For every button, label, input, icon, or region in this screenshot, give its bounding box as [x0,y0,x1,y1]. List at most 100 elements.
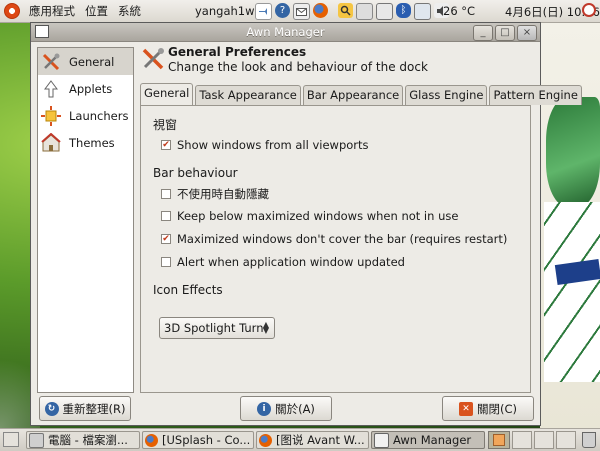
autohide-checkbox[interactable]: 不使用時自動隱藏 [161,186,269,202]
awn-manager-window: Awn Manager _ □ × General Applets Launch… [30,22,582,426]
spin-arrows-icon: ▲ ▼ [262,320,269,335]
checkbox-label: Keep below maximized windows when not in… [177,209,459,223]
task-button-awn-manager[interactable]: Awn Manager [371,431,485,449]
checkbox-label: Show windows from all viewports [177,138,369,152]
maximize-button[interactable]: □ [495,25,515,41]
awn-icon [374,432,389,448]
printer-icon[interactable] [376,3,393,20]
ubuntu-logo-icon[interactable] [4,3,20,19]
show-desktop-icon[interactable] [3,432,19,447]
refresh-icon: ↻ [44,401,59,416]
icon-effects-selected: 3D Spotlight Turn [164,321,264,335]
checkbox-unchecked-icon[interactable] [161,189,171,199]
minimize-button[interactable]: _ [473,25,493,41]
themes-icon [41,132,61,153]
tools-icon [41,52,61,72]
keep-below-checkbox[interactable]: Keep below maximized windows when not in… [161,209,458,223]
launchers-icon [41,105,61,126]
power-icon[interactable] [582,3,596,17]
taskbar: 電腦 - 檔案瀏... [USplash - Co... [图说 Avant W… [0,428,600,451]
firefox-icon [259,433,272,447]
show-windows-all-viewports-checkbox[interactable]: ✔ Show windows from all viewports [161,138,369,152]
general-tab-page: 視窗 ✔ Show windows from all viewports Bar… [140,105,531,393]
info-icon: i [257,401,272,416]
mail-icon[interactable] [293,3,310,20]
task-button-avant[interactable]: [图说 Avant W... [256,431,369,449]
sidebar-item-themes[interactable]: Themes [38,129,133,156]
workspace-3[interactable] [534,431,554,449]
sidebar-item-general[interactable]: General [38,48,133,75]
menu-system[interactable]: 系統 [113,3,146,19]
section-title-icon-effects: Icon Effects [153,283,223,297]
firefox-icon [145,433,158,447]
search-icon[interactable] [338,3,353,18]
workspace-4[interactable] [556,431,576,449]
panel-separator-icon [331,3,335,18]
close-window-button[interactable]: × [517,25,537,41]
window-controls: _ □ × [473,25,537,41]
bluetooth-icon[interactable]: ᛒ [396,3,411,18]
section-title-viewports: 視窗 [153,118,178,132]
tab-pattern-engine[interactable]: Pattern Engine [489,85,582,105]
wallpaper-shirt [544,202,600,382]
firefox-icon[interactable] [313,3,328,18]
network-icon[interactable] [356,3,373,20]
task-button-file-browser[interactable]: 電腦 - 檔案瀏... [26,431,140,449]
refresh-button-label: 重新整理(R) [62,401,126,416]
sidebar: General Applets Launchers Themes [37,47,134,393]
top-panel: 應用程式 位置 系統 yangah1w ? ᛒ 26 °C 4月6日(日) 10… [0,0,600,23]
tab-glass-engine[interactable]: Glass Engine [405,85,488,105]
close-button[interactable]: ✕ 關閉(C) [442,396,534,421]
alert-updated-checkbox[interactable]: Alert when application window updated [161,255,405,269]
tab-bar-appearance[interactable]: Bar Appearance [302,85,404,105]
tab-bar: General Task Appearance Bar Appearance G… [140,83,584,105]
help-icon[interactable]: ? [275,3,290,18]
sidebar-item-label: Applets [69,81,113,96]
task-label: Awn Manager [393,433,472,447]
checkbox-checked-icon[interactable]: ✔ [161,140,171,150]
task-label: [USplash - Co... [162,433,251,447]
checkbox-unchecked-icon[interactable] [161,257,171,267]
about-button-label: 關於(A) [275,401,315,416]
about-button[interactable]: i 關於(A) [240,396,332,421]
workspace-2[interactable] [512,431,532,449]
tab-general[interactable]: General [140,83,194,105]
page-subtitle: Change the look and behaviour of the doc… [168,60,428,74]
page-title: General Preferences [168,45,307,59]
applets-icon [41,79,61,99]
menu-applications[interactable]: 應用程式 [24,3,80,19]
menu-places[interactable]: 位置 [80,3,113,19]
checkbox-label: Maximized windows don't cover the bar (r… [177,232,508,246]
trash-icon[interactable] [582,432,596,448]
window-titlebar[interactable]: Awn Manager _ □ × [31,23,540,42]
section-title-bar-behaviour: Bar behaviour [153,166,238,180]
close-button-label: 關閉(C) [476,401,517,416]
task-label: [图说 Avant W... [276,433,365,447]
task-button-usplash[interactable]: [USplash - Co... [142,431,254,449]
weather-temperature[interactable]: 26 °C [443,4,475,18]
sidebar-item-label: Launchers [69,108,129,123]
panel-username[interactable]: yangah1w [195,4,255,18]
maximized-no-cover-checkbox[interactable]: ✔ Maximized windows don't cover the bar … [161,232,507,246]
close-icon: ✕ [458,401,473,416]
panel-launchers: ? ᛒ [255,3,449,20]
icon-effects-dropdown[interactable]: 3D Spotlight Turn ▲ ▼ [159,317,275,339]
sidebar-item-applets[interactable]: Applets [38,75,133,102]
computer-icon [29,432,44,448]
checkbox-unchecked-icon[interactable] [161,211,171,221]
window-menu-icon[interactable] [35,25,49,38]
tools-icon [493,434,505,446]
pidgin-icon[interactable] [255,3,272,20]
sidebar-item-label: Themes [69,135,115,150]
monitor-icon[interactable] [414,3,431,20]
wallpaper-hair [546,97,600,207]
task-label: 電腦 - 檔案瀏... [48,433,128,447]
tab-task-appearance[interactable]: Task Appearance [195,85,301,105]
window-title: Awn Manager [246,25,325,39]
workspace-1[interactable] [488,431,510,449]
sidebar-item-label: General [69,54,115,69]
sidebar-item-launchers[interactable]: Launchers [38,102,133,129]
checkbox-label: 不使用時自動隱藏 [177,187,269,201]
checkbox-checked-icon[interactable]: ✔ [161,234,171,244]
refresh-button[interactable]: ↻ 重新整理(R) [39,396,131,421]
